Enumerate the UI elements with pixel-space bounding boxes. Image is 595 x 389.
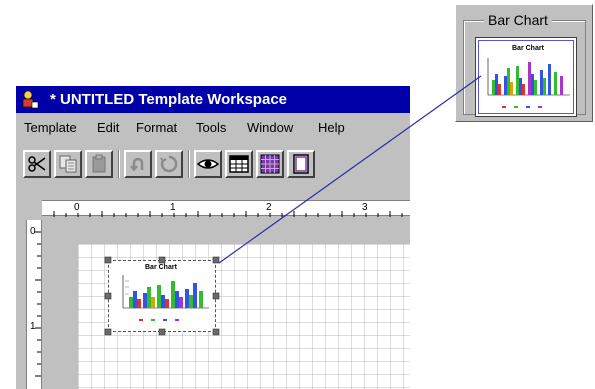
connector-line: [218, 75, 482, 264]
